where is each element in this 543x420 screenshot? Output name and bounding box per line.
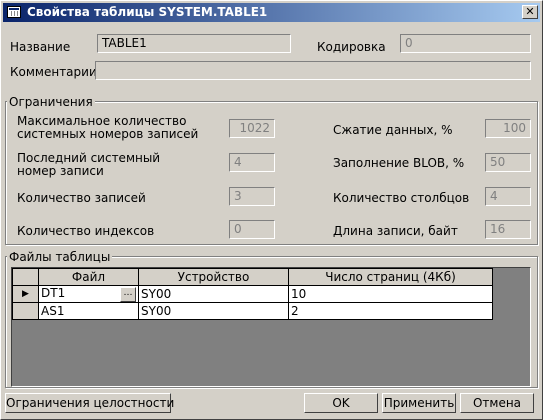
record-length-label: Длина записи, байт bbox=[333, 224, 458, 238]
columns-count-field[interactable]: 4 bbox=[485, 187, 531, 206]
grid-header-indicator bbox=[12, 268, 39, 286]
encoding-field[interactable]: 0 bbox=[400, 34, 531, 53]
comment-label: Комментарии bbox=[10, 65, 97, 79]
triangle-right-icon: ▶ bbox=[12, 285, 39, 303]
compression-field[interactable]: 100 bbox=[485, 119, 531, 138]
window-title: Свойства таблицы SYSTEM.TABLE1 bbox=[27, 5, 268, 19]
grid-cell-file[interactable]: AS1 bbox=[38, 302, 139, 320]
name-field[interactable]: TABLE1 bbox=[97, 34, 291, 53]
grid-cell-device[interactable]: SY00 bbox=[138, 302, 289, 320]
record-length-field[interactable]: 16 bbox=[485, 220, 531, 239]
apply-button[interactable]: Применить bbox=[382, 393, 456, 413]
max-records-field[interactable]: 1022 bbox=[229, 119, 275, 138]
indexes-count-field[interactable]: 0 bbox=[229, 220, 275, 239]
table-row[interactable]: ▶ DT1 … SY00 10 bbox=[12, 285, 493, 303]
close-icon[interactable]: ✕ bbox=[522, 5, 538, 19]
grid-cell-pages[interactable]: 10 bbox=[288, 285, 493, 303]
table-icon bbox=[7, 6, 21, 18]
table-properties-dialog: Свойства таблицы SYSTEM.TABLE1 ✕ Названи… bbox=[0, 0, 543, 420]
records-count-field[interactable]: 3 bbox=[229, 187, 275, 206]
indexes-count-label: Количество индексов bbox=[17, 224, 155, 238]
max-records-label-line2: системных номеров записей bbox=[17, 127, 199, 141]
comment-field[interactable] bbox=[95, 61, 531, 80]
max-records-label-line1: Максимальное количество bbox=[17, 114, 187, 128]
grid-cell-file-text: DT1 bbox=[41, 286, 66, 300]
grid-header-pages[interactable]: Число страниц (4Кб) bbox=[288, 268, 493, 286]
ok-button[interactable]: OK bbox=[304, 393, 378, 413]
compression-label: Сжатие данных, % bbox=[333, 123, 453, 137]
grid-header-row: Файл Устройство Число страниц (4Кб) bbox=[12, 268, 493, 286]
last-record-field[interactable]: 4 bbox=[229, 153, 275, 172]
grid-cell-pages[interactable]: 2 bbox=[288, 302, 493, 320]
cancel-button[interactable]: Отмена bbox=[460, 393, 534, 413]
title-bar[interactable]: Свойства таблицы SYSTEM.TABLE1 ✕ bbox=[3, 3, 540, 22]
limits-group-label: Ограничения bbox=[7, 95, 95, 109]
last-record-label-line1: Последний системный bbox=[17, 151, 161, 165]
files-group-label: Файлы таблицы bbox=[7, 250, 113, 264]
grid-header-file[interactable]: Файл bbox=[38, 268, 139, 286]
row-indicator bbox=[12, 302, 39, 320]
integrity-constraints-button[interactable]: Ограничения целостности bbox=[5, 393, 174, 413]
grid-cell-device[interactable]: SY00 bbox=[138, 285, 289, 303]
records-count-label: Количество записей bbox=[17, 191, 146, 205]
table-row[interactable]: AS1 SY00 2 bbox=[12, 302, 493, 320]
grid-header-device[interactable]: Устройство bbox=[138, 268, 289, 286]
name-label: Название bbox=[10, 40, 71, 54]
last-record-label-line2: номер записи bbox=[17, 164, 104, 178]
files-grid[interactable]: Файл Устройство Число страниц (4Кб) ▶ DT… bbox=[11, 267, 531, 387]
ellipsis-button[interactable]: … bbox=[120, 287, 136, 302]
grid-cell-file[interactable]: DT1 … bbox=[38, 285, 139, 303]
blob-fill-field[interactable]: 50 bbox=[485, 153, 531, 172]
blob-fill-label: Заполнение BLOB, % bbox=[333, 156, 465, 170]
encoding-label: Кодировка bbox=[317, 40, 386, 54]
columns-count-label: Количество столбцов bbox=[333, 191, 470, 205]
